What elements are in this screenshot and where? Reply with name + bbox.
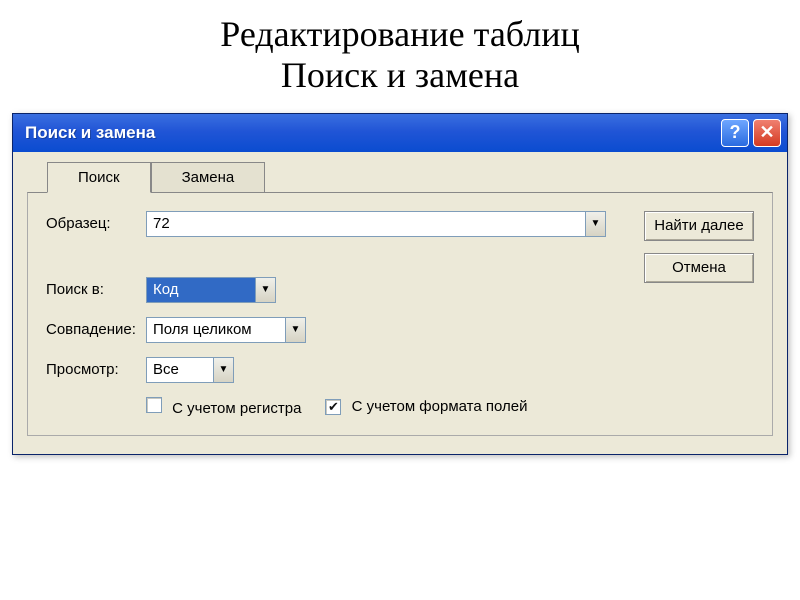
slide-title-line1: Редактирование таблиц — [220, 14, 579, 54]
tabs: Поиск Замена — [47, 162, 773, 193]
view-value: Все — [147, 358, 213, 382]
match-value: Поля целиком — [147, 318, 285, 342]
chevron-down-icon[interactable]: ▼ — [285, 318, 305, 342]
tab-replace[interactable]: Замена — [151, 162, 266, 193]
match-case-label: С учетом регистра — [172, 400, 301, 417]
pattern-input[interactable]: 72 — [147, 212, 585, 236]
cancel-button[interactable]: Отмена — [644, 253, 754, 283]
search-in-label: Поиск в: — [46, 281, 146, 298]
chevron-down-icon[interactable]: ▼ — [255, 278, 275, 302]
chevron-down-icon[interactable]: ▼ — [213, 358, 233, 382]
view-label: Просмотр: — [46, 361, 146, 378]
match-combo[interactable]: Поля целиком ▼ — [146, 317, 306, 343]
view-combo[interactable]: Все ▼ — [146, 357, 234, 383]
close-icon: ✕ — [759, 122, 774, 143]
search-panel: Найти далее Отмена Образец: 72 ▼ Поиск в… — [27, 192, 773, 436]
help-button[interactable]: ? — [721, 119, 749, 147]
titlebar[interactable]: Поиск и замена ? ✕ — [13, 114, 787, 152]
help-icon: ? — [730, 122, 741, 143]
find-replace-dialog: Поиск и замена ? ✕ Поиск Замена Найти да… — [12, 113, 788, 455]
match-format-checkbox[interactable]: ✔ — [325, 399, 341, 415]
button-column: Найти далее Отмена — [644, 211, 754, 295]
chevron-down-icon[interactable]: ▼ — [585, 212, 605, 236]
search-in-combo[interactable]: Код ▼ — [146, 277, 276, 303]
dialog-title: Поиск и замена — [25, 123, 717, 143]
pattern-combo[interactable]: 72 ▼ — [146, 211, 606, 237]
dialog-body: Поиск Замена Найти далее Отмена Образец:… — [13, 152, 787, 454]
match-format-group[interactable]: ✔ С учетом формата полей — [325, 398, 527, 415]
match-case-checkbox[interactable] — [146, 397, 162, 413]
slide-title: Редактирование таблиц Поиск и замена — [0, 0, 800, 113]
slide-title-line2: Поиск и замена — [281, 55, 519, 95]
checkbox-row: С учетом регистра ✔ С учетом формата пол… — [146, 397, 758, 417]
search-in-value: Код — [147, 278, 255, 302]
tab-search[interactable]: Поиск — [47, 162, 151, 193]
find-next-button[interactable]: Найти далее — [644, 211, 754, 241]
match-format-label: С учетом формата полей — [352, 398, 528, 415]
pattern-label: Образец: — [46, 215, 146, 232]
close-button[interactable]: ✕ — [753, 119, 781, 147]
match-case-group[interactable]: С учетом регистра — [146, 397, 301, 417]
match-label: Совпадение: — [46, 321, 146, 338]
